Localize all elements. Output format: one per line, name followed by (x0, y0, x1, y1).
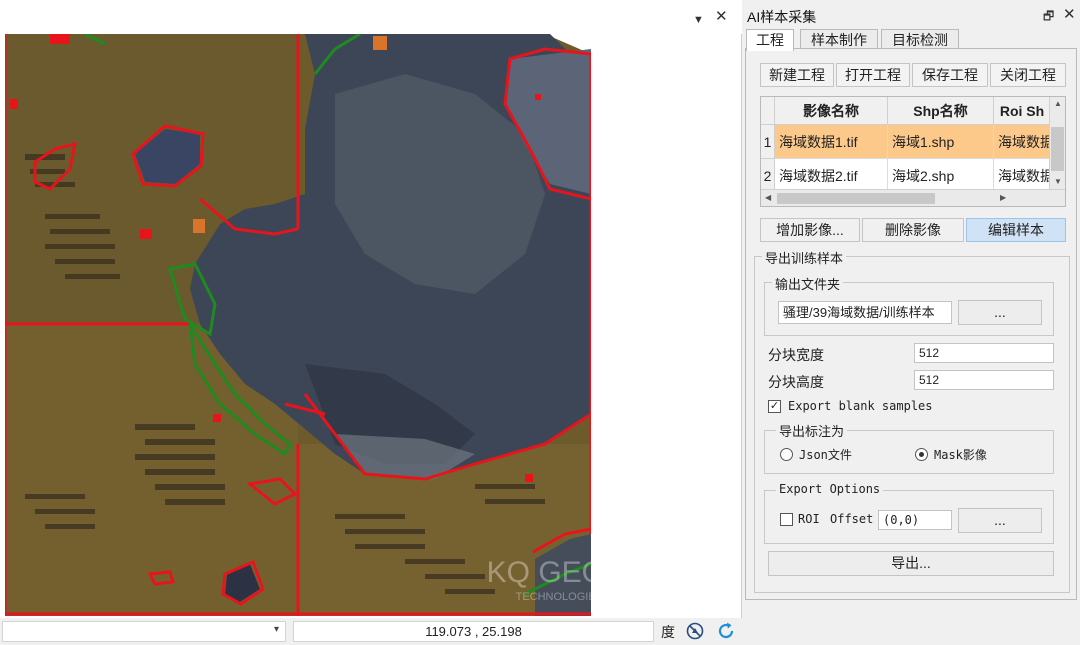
edit-sample-button[interactable]: 编辑样本 (966, 218, 1066, 242)
refresh-icon[interactable] (716, 621, 736, 641)
scroll-down-icon[interactable]: ▼ (1054, 177, 1062, 186)
delete-image-button[interactable]: 删除影像 (862, 218, 964, 242)
tab-object-detection[interactable]: 目标检测 (881, 29, 959, 50)
vertical-scrollbar[interactable]: ▲ ▼ (1049, 97, 1065, 190)
table-row[interactable]: 2 海域数据2.tif 海域2.shp 海域数据 (761, 159, 1051, 193)
row-number: 2 (761, 159, 775, 193)
mask-radio[interactable] (915, 448, 928, 461)
block-height-label: 分块高度 (768, 374, 824, 390)
roi-label: ROI (798, 512, 820, 526)
close-project-button[interactable]: 关闭工程 (990, 63, 1066, 87)
json-radio-label: Json文件 (799, 448, 852, 462)
export-group-label: 导出训练样本 (762, 248, 847, 267)
table-cell[interactable]: 海域1.shp (888, 125, 994, 159)
map-header: ▼ ✕ (0, 0, 742, 34)
watermark-subtitle: TECHNOLOGIES (516, 591, 591, 603)
block-width-field[interactable]: 512 (914, 343, 1054, 363)
export-options-label: Export Options (776, 482, 884, 496)
output-folder-field[interactable]: 骚理/39海域数据/训练样本 (778, 301, 952, 324)
chevron-down-icon[interactable]: ▼ (693, 11, 704, 29)
row-number-header (761, 97, 775, 125)
browse-folder-button[interactable]: ... (958, 300, 1042, 325)
close-icon[interactable]: ✕ (715, 8, 728, 26)
float-window-icon[interactable]: 🗗 (1043, 7, 1054, 28)
block-width-label: 分块宽度 (768, 347, 824, 363)
panel-title: AI样本采集 (747, 9, 817, 25)
output-folder-label: 输出文件夹 (772, 274, 844, 293)
image-table[interactable]: 影像名称 Shp名称 Roi Sh 1 海域数据1.tif 海域1.shp 海域… (760, 96, 1066, 207)
table-cell[interactable]: 海域2.shp (888, 159, 994, 193)
export-blank-label: Export blank samples (788, 399, 933, 413)
export-button[interactable]: 导出... (768, 551, 1054, 576)
export-blank-checkbox[interactable]: ✓ (768, 400, 781, 413)
annotation-format-label: 导出标注为 (776, 421, 848, 440)
sample-collection-panel: AI样本采集 🗗 ✕ 工程 样本制作 目标检测 新建工程 打开工程 保存工程 关… (743, 0, 1080, 645)
row-number: 1 (761, 125, 775, 159)
new-project-button[interactable]: 新建工程 (760, 63, 834, 87)
unit-label: 度 (661, 624, 675, 640)
scroll-up-icon[interactable]: ▲ (1054, 99, 1062, 108)
horizontal-scrollbar[interactable]: ◀ ▶ (761, 189, 1065, 206)
orange-roi (373, 36, 387, 50)
json-radio[interactable] (780, 448, 793, 461)
tab-sample-making[interactable]: 样本制作 (800, 29, 878, 50)
status-bar: ▾ 119.073 , 25.198 度 (0, 618, 742, 645)
tab-content: 新建工程 打开工程 保存工程 关闭工程 影像名称 Shp名称 Roi Sh 1 … (745, 48, 1077, 600)
tab-project[interactable]: 工程 (746, 29, 794, 51)
save-project-button[interactable]: 保存工程 (912, 63, 988, 87)
offset-field[interactable]: (0,0) (878, 510, 952, 530)
map-window: ▼ ✕ KQ GE TECHNOLOGI (0, 0, 742, 618)
coordinate-readout: 119.073 , 25.198 (293, 621, 654, 642)
roi-checkbox[interactable] (780, 513, 793, 526)
column-header[interactable]: 影像名称 (775, 97, 888, 125)
table-cell[interactable]: 海域数据 (994, 159, 1051, 193)
column-header[interactable]: Shp名称 (888, 97, 994, 125)
table-cell[interactable]: 海域数据2.tif (775, 159, 888, 193)
table-cell[interactable]: 海域数据 (994, 125, 1051, 159)
close-icon[interactable]: ✕ (1063, 5, 1076, 23)
mask-radio-label: Mask影像 (934, 448, 987, 462)
offset-label: Offset (830, 512, 874, 526)
column-header[interactable]: Roi Sh (994, 97, 1051, 125)
block-height-field[interactable]: 512 (914, 370, 1054, 390)
projection-combo[interactable]: ▾ (2, 621, 286, 642)
no-snap-icon[interactable] (685, 621, 705, 641)
table-cell[interactable]: 海域数据1.tif (775, 125, 888, 159)
scroll-thumb[interactable] (777, 193, 935, 204)
map-canvas[interactable]: KQ GEO TECHNOLOGIES (5, 34, 591, 616)
watermark-logo: KQ GEO (487, 556, 591, 589)
open-project-button[interactable]: 打开工程 (836, 63, 910, 87)
scroll-right-icon[interactable]: ▶ (1000, 193, 1006, 202)
chevron-down-icon[interactable]: ▾ (274, 624, 279, 635)
table-header: 影像名称 Shp名称 Roi Sh (761, 97, 1051, 125)
scroll-thumb[interactable] (1051, 127, 1064, 171)
scroll-left-icon[interactable]: ◀ (765, 193, 771, 202)
table-row[interactable]: 1 海域数据1.tif 海域1.shp 海域数据 (761, 125, 1051, 159)
export-options-browse-button[interactable]: ... (958, 508, 1042, 533)
orange-roi (193, 219, 205, 233)
add-image-button[interactable]: 增加影像... (760, 218, 860, 242)
